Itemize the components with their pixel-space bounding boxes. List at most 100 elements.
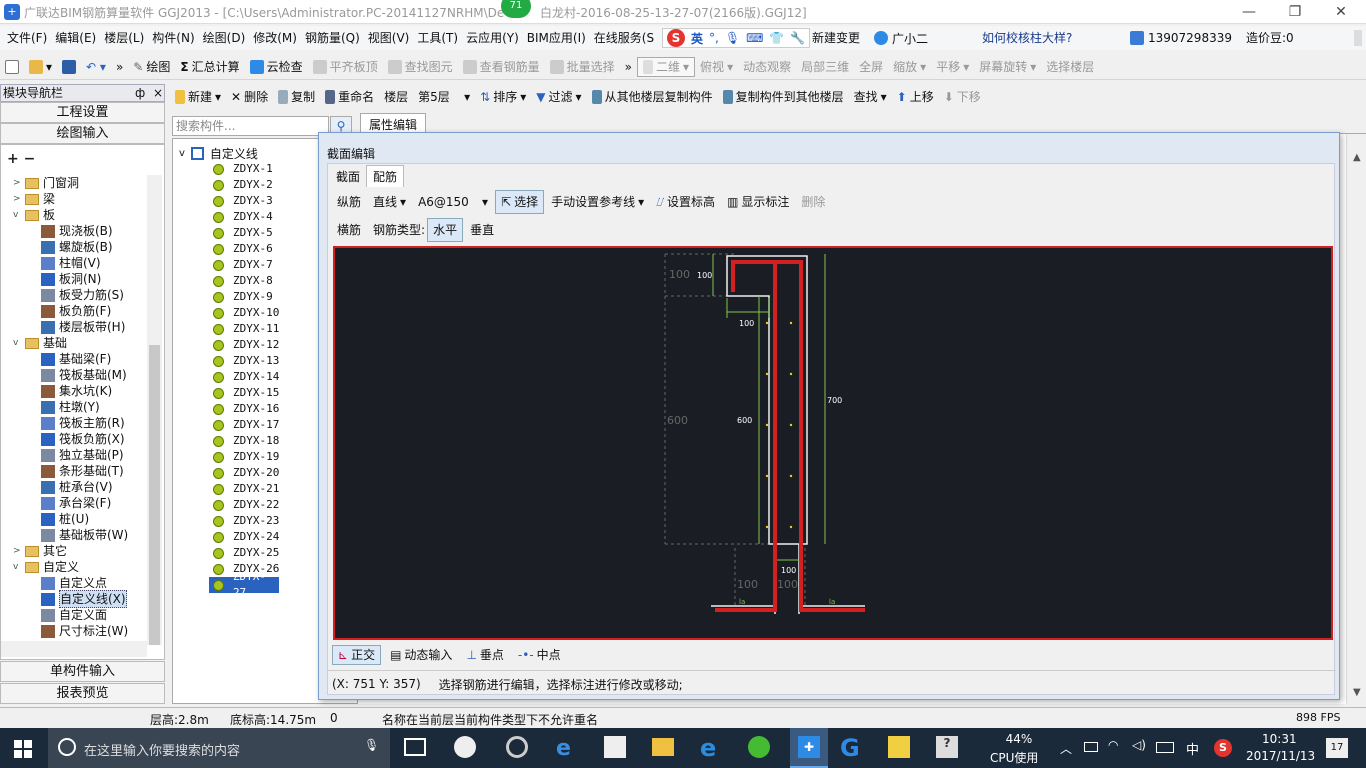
edge-icon[interactable]: e — [556, 736, 571, 761]
top-view-button[interactable]: 俯视 ▾ — [695, 55, 738, 79]
report-preview-button[interactable]: 报表预览 — [0, 683, 165, 704]
batch-select-button[interactable]: 批量选择 — [545, 55, 620, 79]
tree-item[interactable]: 柱帽(V) — [1, 255, 149, 271]
store-icon[interactable] — [604, 736, 626, 758]
tree-item[interactable]: 板受力筋(S) — [1, 287, 149, 303]
close-panel-icon[interactable]: × — [153, 85, 163, 101]
skin-icon[interactable]: 👕 — [769, 31, 784, 45]
notifications-icon[interactable]: 17 — [1326, 738, 1348, 758]
main-scrollbar[interactable]: ▲ ▼ — [1346, 134, 1366, 704]
view-rebar-button[interactable]: 查看钢筋量 — [458, 55, 545, 79]
drawing-input-button[interactable]: 绘图输入 — [0, 123, 165, 144]
component-item[interactable]: ZDYX-21 — [213, 481, 279, 497]
dim-100-mid[interactable]: 100 — [739, 319, 754, 328]
help-app-icon[interactable]: ? — [936, 736, 958, 758]
menu-item[interactable]: 钢筋量(Q) — [301, 26, 364, 50]
keyboard-tray-icon[interactable] — [1156, 742, 1174, 753]
expand-toggle-icon[interactable]: v — [13, 207, 25, 223]
tree-scrollbar[interactable] — [147, 175, 162, 645]
component-item[interactable]: ZDYX-14 — [213, 369, 279, 385]
vertical-option[interactable]: 垂直 — [465, 218, 499, 242]
local-3d-button[interactable]: 局部三维 — [796, 55, 854, 79]
menu-item[interactable]: 工具(T) — [413, 26, 462, 50]
ggj-app-icon[interactable]: ✚ — [790, 728, 828, 768]
dynamic-view-button[interactable]: 动态观察 — [738, 55, 796, 79]
sogou-tray-icon[interactable]: S — [1214, 739, 1232, 757]
pan-button[interactable]: 平移 ▾ — [931, 55, 974, 79]
component-item[interactable]: ZDYX-18 — [213, 433, 279, 449]
collapse-icon[interactable]: v — [179, 148, 185, 159]
view-mode-select[interactable]: 二维 ▾ — [637, 56, 696, 77]
clock-time[interactable]: 10:31 — [1262, 732, 1297, 746]
component-item[interactable]: ZDYX-7 — [213, 257, 279, 273]
section-canvas[interactable]: 100 100 600 700 100 100 600 100 100 la l… — [333, 246, 1333, 640]
volume-icon[interactable]: ◁) — [1132, 738, 1146, 752]
rename-button[interactable]: 重命名 — [320, 85, 379, 109]
tree-item[interactable]: 自定义线(X) — [1, 590, 149, 608]
expand-toggle-icon[interactable]: > — [13, 543, 25, 559]
component-item[interactable]: ZDYX-25 — [213, 545, 279, 561]
tree-item[interactable]: 承台梁(F) — [1, 495, 149, 511]
component-item[interactable]: ZDYX-8 — [213, 273, 279, 289]
show-dims-button[interactable]: ▥ 显示标注 — [722, 190, 794, 214]
component-item[interactable]: ZDYX-2 — [213, 177, 279, 193]
tree-item[interactable]: 筏板基础(M) — [1, 367, 149, 383]
tree-item[interactable]: 桩(U) — [1, 511, 149, 527]
component-root[interactable]: 自定义线 — [210, 145, 258, 162]
ime-mode[interactable]: 英 — [691, 30, 703, 47]
minimize-button[interactable]: — — [1226, 0, 1272, 24]
windows-start-icon[interactable] — [14, 740, 32, 758]
copy-component-button[interactable]: 复制 — [273, 85, 320, 109]
mic-icon[interactable]: 🎙 — [725, 31, 740, 45]
pinwheel-app-icon[interactable] — [454, 736, 476, 758]
component-item[interactable]: ZDYX-15 — [213, 385, 279, 401]
dim-100-top[interactable]: 100 — [697, 271, 712, 280]
sum-button[interactable]: Σ 汇总计算 — [175, 55, 244, 79]
fullscreen-button[interactable]: 全屏 — [854, 55, 888, 79]
menu-scroll[interactable] — [1354, 30, 1362, 46]
menu-item[interactable]: 文件(F) — [3, 26, 51, 50]
project-settings-button[interactable]: 工程设置 — [0, 102, 165, 123]
component-item[interactable]: ZDYX-22 — [213, 497, 279, 513]
component-search-input[interactable]: 搜索构件... — [172, 116, 329, 136]
tree-item[interactable]: 自定义点 — [1, 575, 149, 591]
menu-item[interactable]: 楼层(L) — [100, 26, 148, 50]
screen-rotate-button[interactable]: 屏幕旋转 ▾ — [974, 55, 1041, 79]
pin-icon[interactable]: ф — [135, 85, 145, 101]
component-item[interactable]: ZDYX-19 — [213, 449, 279, 465]
close-button[interactable]: ✕ — [1318, 0, 1364, 24]
dim-700[interactable]: 700 — [827, 396, 842, 405]
tree-item[interactable]: 条形基础(T) — [1, 463, 149, 479]
zoom-button[interactable]: 缩放 ▾ — [888, 55, 931, 79]
component-item[interactable]: ZDYX-11 — [213, 321, 279, 337]
component-item[interactable]: ZDYX-16 — [213, 401, 279, 417]
tree-item[interactable]: 筏板主筋(R) — [1, 415, 149, 431]
task-view-icon[interactable] — [404, 738, 426, 756]
help-link[interactable]: 如何校核柱大样? — [978, 26, 1076, 50]
component-item[interactable]: ZDYX-12 — [213, 337, 279, 353]
move-down-button[interactable]: ⬇ 下移 — [939, 85, 986, 109]
component-item[interactable]: ZDYX-13 — [213, 353, 279, 369]
dim-600[interactable]: 600 — [737, 416, 752, 425]
expand-toggle-icon[interactable]: > — [13, 175, 25, 191]
set-elevation-button[interactable]: ⌰ 设置标高 — [651, 190, 720, 214]
wifi-icon[interactable]: ◠ — [1108, 738, 1118, 752]
tree-item[interactable]: 板负筋(F) — [1, 303, 149, 319]
save-icon[interactable] — [57, 55, 81, 79]
menu-item[interactable]: 绘图(D) — [199, 26, 250, 50]
find-button[interactable]: 查找 ▾ — [849, 85, 892, 109]
expand-toggle-icon[interactable]: v — [13, 559, 25, 575]
ime-tray[interactable]: 中 — [1186, 739, 1199, 758]
new-change-menu[interactable]: 新建变更 — [808, 26, 864, 50]
single-input-button[interactable]: 单构件输入 — [0, 661, 165, 682]
component-item[interactable]: ZDYX-24 — [213, 529, 279, 545]
tray-expand-icon[interactable]: ︿ — [1060, 740, 1072, 757]
new-file-icon[interactable] — [0, 55, 24, 79]
tools-icon[interactable]: 🔧 — [790, 31, 805, 45]
tree-folder[interactable]: v 自定义 — [1, 559, 149, 575]
component-item[interactable]: ZDYX-6 — [213, 241, 279, 257]
tab-section[interactable]: 截面 — [330, 166, 366, 187]
menu-item[interactable]: BIM应用(I) — [523, 26, 590, 50]
component-item[interactable]: ZDYX-9 — [213, 289, 279, 305]
ortho-button[interactable]: ⊾ 正交 — [332, 645, 382, 665]
